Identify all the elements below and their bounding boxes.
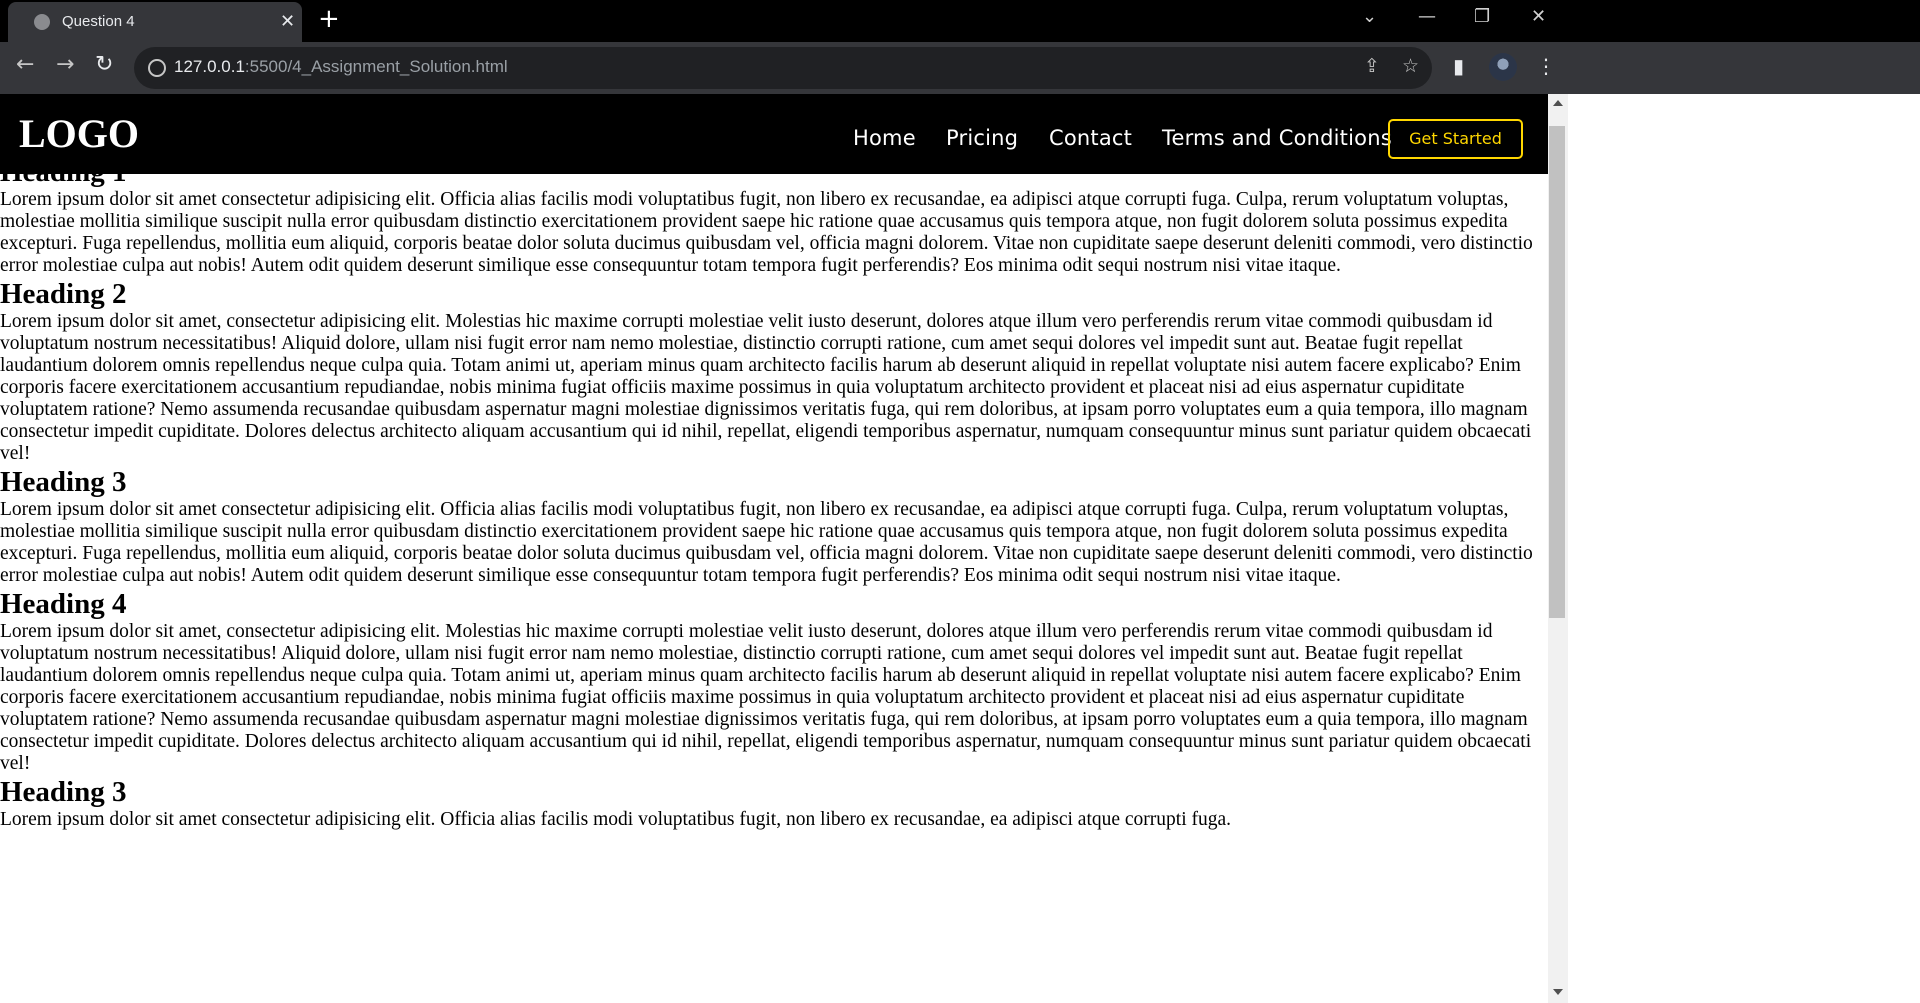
section-paragraph: Lorem ipsum dolor sit amet, consectetur …: [0, 621, 1532, 774]
url-host: 127.0.0.1: [174, 57, 245, 76]
section-paragraph: Lorem ipsum dolor sit amet consectetur a…: [0, 499, 1533, 586]
back-icon[interactable]: ←: [16, 52, 34, 77]
browser-tab-bar: Question 4 ✕ + ⌄ — ❐ ✕: [0, 0, 1920, 42]
browser-tab[interactable]: Question 4 ✕: [8, 2, 302, 42]
share-icon[interactable]: ⇪: [1364, 55, 1380, 77]
globe-icon: [34, 14, 50, 30]
section-heading: Heading 3: [0, 466, 127, 498]
restore-icon[interactable]: ❐: [1474, 6, 1490, 27]
section-paragraph: Lorem ipsum dolor sit amet consectetur a…: [0, 809, 1232, 830]
scroll-up-arrow-icon[interactable]: [1553, 100, 1563, 106]
section-paragraph: Lorem ipsum dolor sit amet, consectetur …: [0, 311, 1532, 464]
window-close-icon[interactable]: ✕: [1531, 6, 1546, 27]
browser-menu-icon[interactable]: ⋮: [1536, 54, 1556, 78]
section-heading: Heading 2: [0, 278, 127, 310]
nav-link-terms[interactable]: Terms and Conditions: [1162, 126, 1392, 150]
nav-link-home[interactable]: Home: [853, 126, 916, 150]
browser-toolbar: ← → ↻ 127.0.0.1:5500/4_Assignment_Soluti…: [0, 42, 1920, 94]
new-tab-icon[interactable]: +: [318, 4, 340, 34]
page-scrollbar[interactable]: [1548, 94, 1568, 1003]
scrollbar-thumb[interactable]: [1549, 126, 1565, 618]
tab-close-icon[interactable]: ✕: [280, 11, 295, 32]
scroll-down-arrow-icon[interactable]: [1553, 989, 1563, 995]
address-bar[interactable]: 127.0.0.1:5500/4_Assignment_Solution.htm…: [134, 47, 1432, 89]
url-path: :5500/4_Assignment_Solution.html: [244, 57, 508, 76]
reload-icon[interactable]: ↻: [95, 52, 113, 77]
bookmark-star-icon[interactable]: ☆: [1402, 55, 1419, 77]
site-info-icon[interactable]: [148, 59, 166, 77]
section-heading: Heading 4: [0, 588, 127, 620]
site-header: LOGO Home Pricing Contact Terms and Cond…: [0, 94, 1548, 174]
minimize-icon[interactable]: —: [1418, 6, 1436, 27]
page-viewport: Heading 1 Lorem ipsum dolor sit amet con…: [0, 94, 1548, 1003]
url-text[interactable]: 127.0.0.1:5500/4_Assignment_Solution.htm…: [174, 57, 508, 77]
site-logo[interactable]: LOGO: [19, 110, 139, 157]
nav-link-contact[interactable]: Contact: [1049, 126, 1132, 150]
page-content: Heading 1 Lorem ipsum dolor sit amet con…: [0, 155, 1545, 831]
tab-search-icon[interactable]: ⌄: [1362, 6, 1377, 27]
side-panel-icon[interactable]: ▮: [1453, 54, 1464, 78]
section-paragraph: Lorem ipsum dolor sit amet consectetur a…: [0, 189, 1533, 276]
section-heading: Heading 3: [0, 776, 127, 808]
forward-icon[interactable]: →: [56, 52, 74, 77]
get-started-button[interactable]: Get Started: [1388, 119, 1523, 159]
tab-title: Question 4: [62, 13, 135, 30]
profile-avatar[interactable]: [1489, 53, 1517, 81]
nav-link-pricing[interactable]: Pricing: [946, 126, 1018, 150]
